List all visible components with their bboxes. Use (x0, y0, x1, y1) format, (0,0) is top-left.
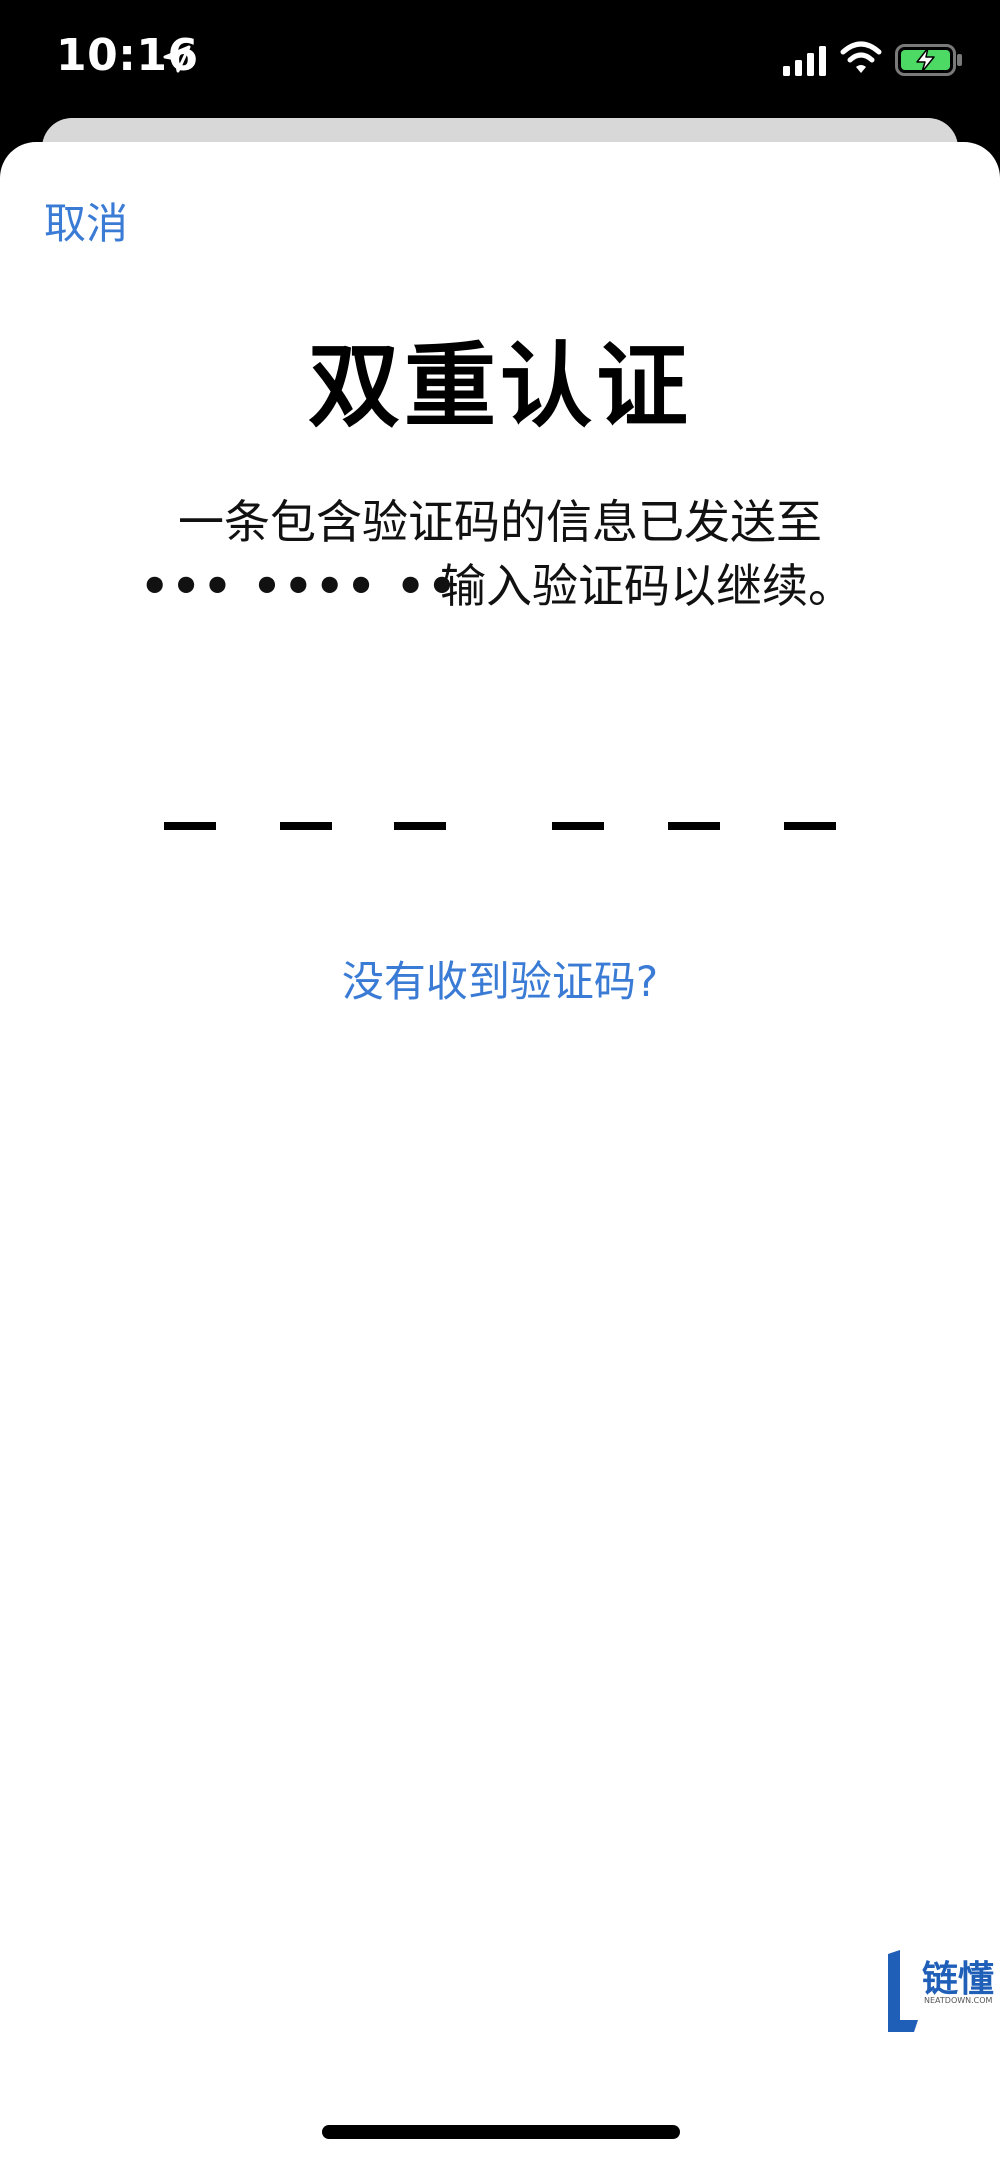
battery-charging-icon (895, 44, 962, 76)
page-title: 双重认证 (307, 333, 692, 440)
watermark-sub: NEATDOWN.COM (924, 1996, 993, 2005)
description-line-2: ••• •••• ••输入验证码以继续。 (140, 550, 900, 616)
code-slot-6[interactable] (784, 822, 836, 830)
masked-phone-number: ••• •••• •• (140, 559, 459, 613)
code-slot-4[interactable] (552, 822, 604, 830)
verification-code-input[interactable] (0, 822, 1000, 862)
watermark-l-icon (888, 1950, 918, 2032)
status-bar: 10:16 (0, 0, 1000, 118)
code-slot-1[interactable] (164, 822, 216, 830)
location-icon (163, 45, 191, 73)
resend-code-link[interactable]: 没有收到验证码? (0, 948, 1000, 1009)
watermark-logo: 链懂 NEATDOWN.COM (884, 1950, 1000, 2040)
code-slot-5[interactable] (668, 822, 720, 830)
screen: 10:16 取消 双重认证 一条包含验证码的信息已发送至 ••• •••• •• (0, 0, 1000, 2165)
description-continue: 输入验证码以继续。 (440, 559, 854, 613)
signal-icon (783, 46, 826, 76)
home-indicator[interactable] (322, 2125, 680, 2139)
code-slot-2[interactable] (280, 822, 332, 830)
two-factor-sheet: 取消 双重认证 一条包含验证码的信息已发送至 ••• •••• ••输入验证码以… (0, 142, 1000, 2165)
wifi-icon (840, 41, 882, 73)
code-slot-3[interactable] (394, 822, 446, 830)
cancel-button[interactable]: 取消 (44, 190, 128, 251)
description-line-1: 一条包含验证码的信息已发送至 (178, 495, 822, 549)
watermark-brand: 链懂 (922, 1959, 995, 2000)
